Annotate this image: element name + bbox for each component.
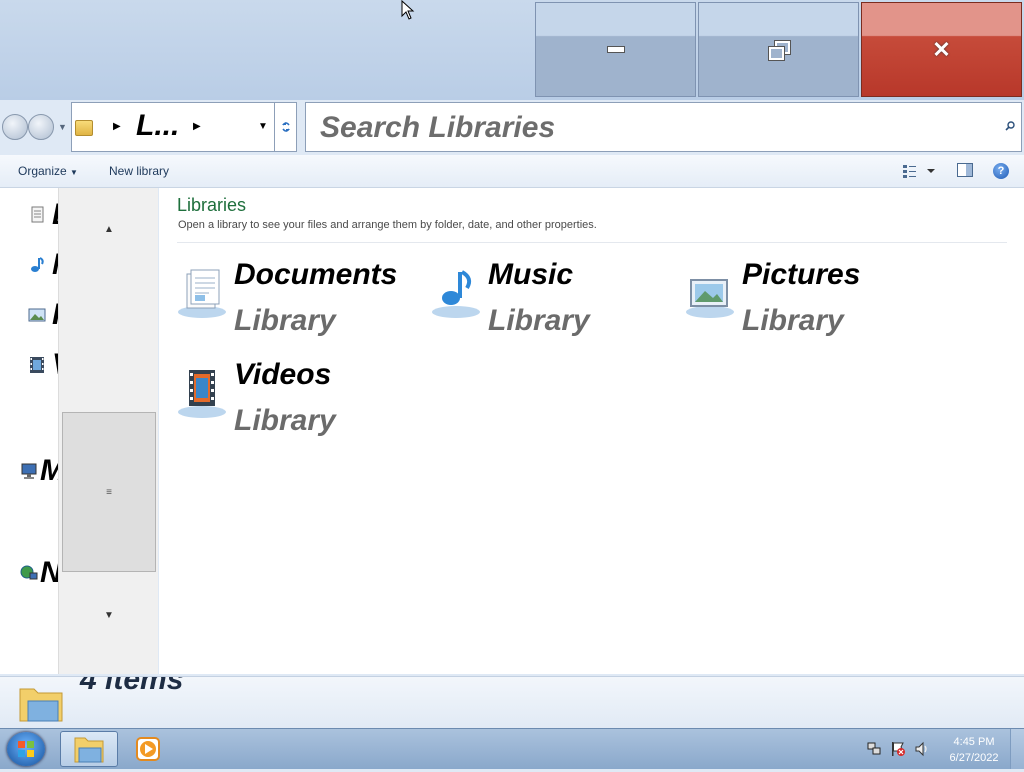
restore-button[interactable] [698, 2, 859, 97]
details-pane: 4 items [0, 676, 1024, 729]
picture-icon [28, 308, 46, 322]
scroll-thumb[interactable]: ≡ [62, 412, 156, 572]
breadcrumb-chevron-icon[interactable]: ▶ [193, 121, 201, 132]
divider [177, 242, 1007, 243]
clock-date: 6/27/2022 [949, 752, 999, 764]
new-library-button[interactable]: New library [109, 164, 169, 178]
taskbar-media-player[interactable] [126, 731, 172, 767]
library-type: Library [742, 304, 844, 337]
close-button[interactable]: ✕ [861, 2, 1022, 97]
page-description: Open a library to see your files and arr… [178, 219, 597, 231]
change-view-button[interactable] [902, 163, 938, 179]
recent-pages-dropdown-icon[interactable]: ▼ [58, 122, 67, 132]
navigation-buttons: ▼ [2, 114, 68, 140]
grip-icon: ≡ [106, 486, 112, 498]
volume-icon[interactable] [914, 741, 930, 757]
preview-pane-button[interactable] [957, 163, 973, 177]
windows-logo-icon [18, 741, 34, 757]
title-bar[interactable]: ✕ [0, 0, 1024, 100]
page-title: Libraries [177, 195, 247, 215]
refresh-button[interactable] [274, 103, 297, 151]
film-icon [30, 357, 44, 373]
documents-library-icon [178, 269, 226, 318]
library-name: Music [488, 258, 574, 291]
music-note-icon [31, 257, 44, 272]
back-button[interactable] [2, 114, 28, 140]
library-name: Documents [234, 258, 398, 291]
taskbar: 4:45 PM 6/27/2022 [0, 728, 1024, 769]
network-status-icon[interactable] [866, 741, 882, 757]
minimize-icon [606, 46, 625, 53]
library-name: Pictures [742, 258, 861, 291]
breadcrumb-libraries[interactable]: L... [136, 109, 179, 143]
address-history-dropdown-icon[interactable]: ▼ [258, 121, 268, 132]
media-player-icon [136, 737, 160, 761]
library-type: Library [234, 304, 336, 337]
restore-icon [767, 39, 791, 61]
libraries-folder-icon [75, 120, 93, 136]
close-icon: ✕ [932, 36, 951, 62]
scroll-up-arrow-icon[interactable]: ▲ [59, 224, 158, 254]
clock-time: 4:45 PM [953, 736, 995, 748]
system-tray [862, 738, 942, 760]
navigation-pane-scrollbar[interactable]: ▲ ≡ ▼ [58, 188, 158, 674]
clock[interactable]: 4:45 PM 6/27/2022 [944, 734, 1004, 766]
preview-pane-icon [957, 163, 973, 177]
library-type: Library [488, 304, 590, 337]
library-item-pictures[interactable]: Pictures Library [685, 258, 935, 348]
show-desktop-button[interactable] [1010, 729, 1024, 769]
scroll-down-arrow-icon[interactable]: ▼ [59, 610, 158, 640]
library-item-videos[interactable]: Videos Library [177, 358, 427, 448]
library-name: Videos [234, 358, 332, 391]
minimize-button[interactable] [535, 2, 696, 97]
library-content-pane: Libraries Open a library to see your fil… [159, 188, 1024, 674]
search-icon[interactable] [1005, 121, 1015, 131]
address-bar[interactable]: ▶ L... ▶ ▼ [71, 102, 297, 152]
library-type: Library [234, 404, 336, 437]
pictures-library-icon [686, 279, 734, 318]
libraries-folder-icon [19, 688, 63, 722]
computer-icon [21, 463, 37, 479]
breadcrumb-chevron-icon[interactable]: ▶ [113, 121, 121, 132]
library-item-documents[interactable]: Documents Library [177, 258, 427, 348]
document-icon [31, 206, 44, 223]
command-bar: Organize ▼ New library ? [0, 155, 1024, 188]
taskbar-windows-explorer[interactable] [60, 731, 118, 767]
library-item-music[interactable]: Music Library [431, 258, 681, 348]
item-count: 4 items [80, 676, 184, 696]
music-library-icon [432, 270, 480, 318]
view-options-icon [903, 165, 935, 178]
start-button[interactable] [7, 732, 45, 766]
forward-button[interactable] [28, 114, 54, 140]
mouse-cursor-icon [401, 0, 415, 20]
network-icon [20, 565, 38, 580]
folder-icon [74, 737, 104, 763]
videos-library-icon [178, 370, 226, 418]
action-center-flag-icon[interactable] [890, 741, 906, 757]
refresh-icon [282, 122, 290, 132]
organize-button[interactable]: Organize ▼ [18, 164, 78, 178]
search-box[interactable] [305, 102, 1022, 152]
search-input[interactable] [318, 109, 982, 147]
navigation-pane: D M P V M N [0, 188, 158, 674]
help-button[interactable]: ? [993, 163, 1009, 179]
chevron-down-icon: ▼ [70, 168, 78, 177]
